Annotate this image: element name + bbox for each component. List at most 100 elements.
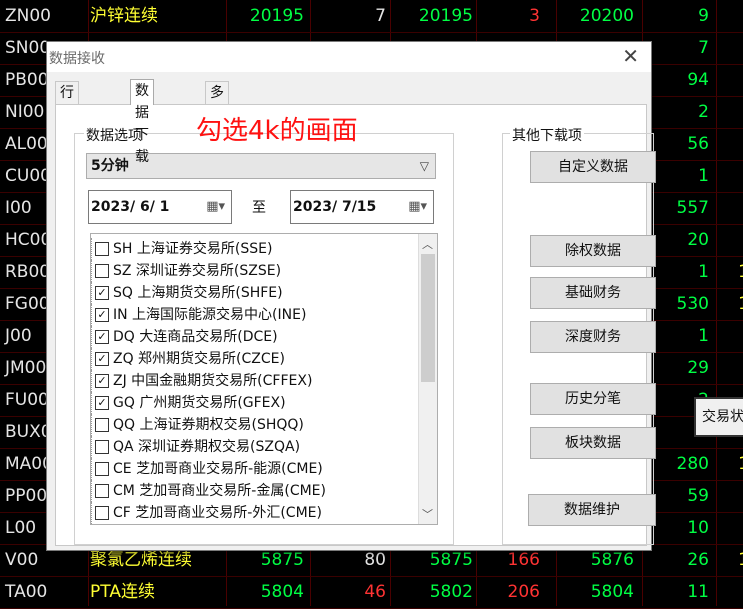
quote-cell-code: ZN00 [5,6,51,26]
tab-depth-subscription[interactable]: 多档订阅 [205,81,229,167]
exchange-item[interactable]: ✓ GQ 广州期货交易所(GFEX) [91,392,286,414]
quote-cell-v3: 5802 [429,582,473,602]
quote-cell-v7: 1 [738,256,743,288]
quote-cell-v7: 1 [738,288,743,320]
quote-row[interactable]: ZN00 沪锌连续 20195 7 20195 3 20200 9 [0,0,743,33]
quote-cell-code: JM00 [5,358,47,378]
tree-line [91,238,93,260]
quote-cell-v6: 557 [676,198,709,218]
quote-cell-v4: 3 [529,6,540,26]
exchange-label: CM 芝加哥商业交易所-金属(CME) [113,483,326,499]
exchange-label: QA 深圳证券期权交易(SZQA) [113,439,301,455]
tab-data-download[interactable]: 数据下载 [130,79,154,165]
quote-cell-code: PB00 [5,70,49,90]
quote-cell-v3: 20195 [418,6,473,26]
scroll-down-icon[interactable]: ﹀ [422,506,433,522]
exchange-label: ZQ 郑州期货交易所(CZCE) [113,351,285,367]
exchange-label: ZJ 中国金融期货交易所(CFFEX) [113,373,313,389]
quote-cell-code: AL00 [5,134,48,154]
deep-finance-button[interactable]: 深度财务 [530,321,656,353]
quote-cell-code: SN00 [5,38,51,58]
quote-cell-v5: 5804 [590,582,634,602]
quote-cell-v6: 56 [687,134,709,154]
checkbox[interactable] [95,462,109,476]
checkbox[interactable]: ✓ [95,330,109,344]
tree-line [91,370,93,392]
exchange-item[interactable]: ✓ IN 上海国际能源交易中心(INE) [91,304,307,326]
scrollbar-thumb[interactable] [421,254,435,382]
end-date-value: 2023/ 7/15 [293,199,377,215]
quote-cell-name: PTA连续 [90,582,155,602]
quote-cell-v5: 20200 [579,6,634,26]
quote-cell-code: I00 [5,198,32,218]
scroll-up-icon[interactable]: ︿ [422,236,433,252]
tree-line [91,414,93,436]
list-scrollbar[interactable]: ︿ ﹀ [418,234,437,524]
exchange-item[interactable]: SH 上海证券交易所(SSE) [91,238,272,260]
checkbox[interactable] [95,440,109,454]
quote-cell-code: RB00 [5,262,51,282]
close-icon[interactable]: ✕ [622,44,639,68]
exchange-item[interactable]: QQ 上海证券期权交易(SHQQ) [91,414,304,436]
download-panel: 数据选项 5分钟 ▽ 2023/ 6/ 1 ▦▾ 至 2023/ 7/15 ▦▾… [55,104,656,546]
quote-cell-code: NI00 [5,102,45,122]
tree-line [91,502,93,524]
other-download-label: 其他下载项 [510,125,584,145]
checkbox[interactable]: ✓ [95,374,109,388]
tree-line [91,348,93,370]
end-date-picker[interactable]: 2023/ 7/15 ▦▾ [290,190,434,224]
history-tick-button[interactable]: 历史分笔 [530,383,656,415]
checkbox[interactable] [95,506,109,520]
quote-cell-v2: 46 [364,582,386,602]
exchange-label: QQ 上海证券期权交易(SHQQ) [113,417,304,433]
quote-cell-v1: 5804 [260,582,304,602]
tree-line [91,326,93,348]
quote-cell-v7: 1 [738,544,743,576]
ex-rights-button[interactable]: 除权数据 [530,235,656,267]
checkbox[interactable] [95,264,109,278]
tree-line [91,480,93,502]
checkbox[interactable]: ✓ [95,352,109,366]
checkbox[interactable] [95,418,109,432]
tab-market-connection[interactable]: 行情连接 [55,81,79,167]
quote-cell-v2: 7 [375,6,386,26]
quote-cell-v4: 206 [507,582,540,602]
exchange-item[interactable]: CF 芝加哥商业交易所-外汇(CME) [91,502,322,524]
quote-cell-v1: 20195 [249,6,304,26]
exchange-label: SQ 上海期货交易所(SHFE) [113,285,283,301]
exchange-item[interactable]: ✓ SQ 上海期货交易所(SHFE) [91,282,283,304]
calendar-icon[interactable]: ▦▾ [206,191,225,223]
basic-finance-button[interactable]: 基础财务 [530,277,656,309]
checkbox[interactable]: ✓ [95,308,109,322]
exchange-item[interactable]: CE 芝加哥商业交易所-能源(CME) [91,458,323,480]
exchange-item[interactable]: QA 深圳证券期权交易(SZQA) [91,436,301,458]
period-value: 5分钟 [91,158,129,174]
custom-data-button[interactable]: 自定义数据 [530,151,656,183]
checkbox[interactable] [95,242,109,256]
data-maintenance-button[interactable]: 数据维护 [528,494,656,526]
exchange-item[interactable]: SZ 深圳证券交易所(SZSE) [91,260,282,282]
exchange-item[interactable]: ✓ DQ 大连商品交易所(DCE) [91,326,278,348]
start-date-picker[interactable]: 2023/ 6/ 1 ▦▾ [88,190,232,224]
calendar-icon[interactable]: ▦▾ [408,191,427,223]
quote-cell-code: FU00 [5,390,49,410]
checkbox[interactable] [95,484,109,498]
quote-cell-v6: 280 [676,454,709,474]
exchange-label: IN 上海国际能源交易中心(INE) [113,307,307,323]
quote-cell-v6: 530 [676,294,709,314]
checkbox[interactable]: ✓ [95,396,109,410]
sector-data-button[interactable]: 板块数据 [530,427,656,459]
exchange-item[interactable]: ✓ ZJ 中国金融期货交易所(CFFEX) [91,370,313,392]
quote-cell-name: 沪锌连续 [90,6,158,26]
quote-cell-v6: 11 [687,582,709,602]
checkbox[interactable]: ✓ [95,286,109,300]
tree-line [91,260,93,282]
quote-row[interactable]: TA00 PTA连续 5804 46 5802 206 5804 11 [0,576,743,609]
trading-status-popup[interactable]: 交易状 [694,397,743,437]
exchange-item[interactable]: ✓ ZQ 郑州期货交易所(CZCE) [91,348,285,370]
exchange-item[interactable]: CM 芝加哥商业交易所-金属(CME) [91,480,326,502]
quote-cell-v6: 20 [687,230,709,250]
exchange-label: SZ 深圳证券交易所(SZSE) [113,263,282,279]
tree-line [91,392,93,414]
annotation-text: 勾选4k的画面 [196,116,358,146]
